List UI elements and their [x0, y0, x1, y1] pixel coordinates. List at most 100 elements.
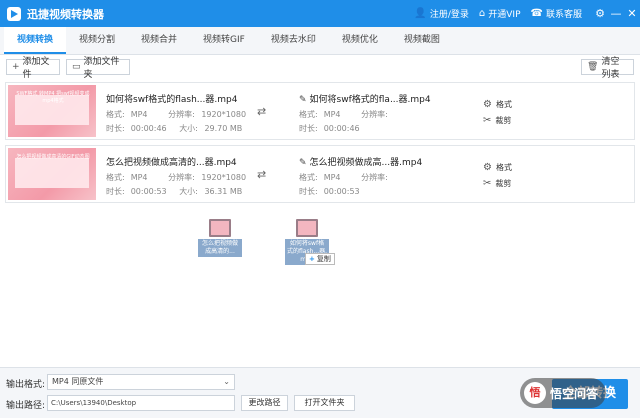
scissors-icon: ✂: [483, 115, 492, 126]
scissors-icon: ✂: [483, 178, 492, 189]
file-row[interactable]: 怎么把视频做成高清的GIF动态图 怎么把视频做成高清的...器.mp4 格式: M…: [5, 145, 635, 203]
close-icon[interactable]: ✕: [624, 7, 640, 20]
output-duration-value: 00:00:46: [323, 124, 360, 133]
duration-label: 时长:: [106, 124, 125, 133]
source-format: MP4: [130, 173, 148, 182]
cut-label: 裁剪: [495, 116, 512, 125]
dragged-file-1-label: 怎么把视频做成高清的...: [198, 239, 242, 257]
tab-video-merge[interactable]: 视频合并: [128, 27, 190, 54]
output-name-text: 如何将swf格式的fla...器.mp4: [309, 95, 431, 105]
output-path-label: 输出路径:: [6, 401, 46, 411]
source-duration: 00:00:53: [130, 187, 167, 196]
service-button[interactable]: ☎ 联系客服: [531, 7, 582, 20]
toolbar: + 添加文件 ▭ 添加文件夹 🗑 清空列表: [0, 56, 640, 80]
title-bar-actions: 👤 注册/登录 ⌂ 开通VIP ☎ 联系客服 ⚙ — ✕: [414, 0, 640, 27]
output-duration: 时长: 00:00:53: [299, 186, 360, 197]
resolution-label: 分辨率:: [168, 110, 195, 119]
duration-label: 时长:: [106, 187, 125, 196]
video-thumbnail: 怎么把视频做成高清的GIF动态图: [8, 148, 96, 200]
file-row[interactable]: SWF格式 转MP4 把swf视频变成mp4格式 如何将swf格式的flash.…: [5, 82, 635, 140]
resolution-label: 分辨率:: [168, 173, 195, 182]
output-file-name[interactable]: ✎ 如何将swf格式的fla...器.mp4: [299, 92, 431, 105]
trash-icon: 🗑: [587, 62, 599, 72]
output-duration-label: 时长:: [299, 187, 318, 196]
title-bar: 迅捷视频转换器 👤 注册/登录 ⌂ 开通VIP ☎ 联系客服 ⚙ — ✕: [0, 0, 640, 27]
add-file-button[interactable]: + 添加文件: [6, 57, 60, 80]
open-folder-button[interactable]: 打开文件夹: [294, 395, 355, 411]
copy-plus-icon: +: [309, 255, 315, 263]
cut-label: 裁剪: [495, 179, 512, 188]
source-resolution: 1920*1080: [201, 110, 247, 119]
output-format-value: MP4 同原文件: [52, 377, 104, 386]
source-size: 36.31 MB: [204, 187, 243, 196]
watermark-text: 悟空问答: [550, 386, 599, 401]
source-file-name: 怎么把视频做成高清的...器.mp4: [106, 158, 237, 168]
copy-tooltip: + 复制: [305, 253, 335, 265]
app-logo-icon: [7, 6, 21, 21]
cut-button[interactable]: ✂ 裁剪: [483, 115, 511, 126]
folder-icon: ▭: [72, 62, 81, 72]
tab-video-optimize[interactable]: 视频优化: [329, 27, 391, 54]
watermark-logo-icon: 悟: [524, 382, 546, 404]
copy-tooltip-text: 复制: [316, 255, 331, 263]
login-label: 注册/登录: [429, 10, 469, 20]
change-path-button[interactable]: 更改路径: [241, 395, 288, 411]
output-resolution-label: 分辨率:: [361, 173, 388, 182]
vip-icon: ⌂: [478, 8, 486, 19]
plus-icon: +: [12, 62, 20, 72]
function-tabs: 视频转换 视频分割 视频合并 视频转GIF 视频去水印 视频优化 视频截图: [0, 27, 640, 55]
headset-icon: ☎: [530, 8, 543, 19]
source-duration: 00:00:46: [130, 124, 167, 133]
size-label: 大小:: [179, 124, 198, 133]
format-settings-button[interactable]: ⚙ 格式: [483, 99, 512, 110]
tab-video-split[interactable]: 视频分割: [66, 27, 128, 54]
source-duration-size: 时长: 00:00:53 大小: 36.31 MB: [106, 186, 242, 197]
add-folder-label: 添加文件夹: [83, 57, 120, 80]
format-settings-label: 格式: [495, 100, 512, 109]
settings-icon[interactable]: ⚙: [592, 7, 608, 20]
tab-video-to-gif[interactable]: 视频转GIF: [190, 27, 258, 54]
source-format-resolution: 格式: MP4 分辨率: 1920*1080: [106, 109, 246, 120]
add-folder-button[interactable]: ▭ 添加文件夹: [66, 57, 130, 80]
chevron-down-icon: ⌄: [223, 377, 230, 386]
vip-button[interactable]: ⌂ 开通VIP: [479, 7, 521, 20]
thumbnail-text: SWF格式 转MP4 把swf视频变成mp4格式: [16, 91, 90, 104]
dragged-file-1[interactable]: 怎么把视频做成高清的...: [198, 219, 242, 257]
edit-icon[interactable]: ✎: [299, 95, 307, 105]
output-name-text: 怎么把视频做成高...器.mp4: [309, 158, 423, 168]
output-format-resolution: 格式: MP4 分辨率:: [299, 172, 388, 183]
clear-list-button[interactable]: 🗑 清空列表: [581, 57, 634, 80]
clear-list-label: 清空列表: [601, 57, 620, 80]
source-file-name: 如何将swf格式的flash...器.mp4: [106, 95, 238, 105]
watermark: 悟 悟空问答: [520, 378, 607, 408]
tab-remove-watermark[interactable]: 视频去水印: [258, 27, 329, 54]
add-file-label: 添加文件: [22, 57, 50, 80]
video-file-icon: [296, 219, 318, 237]
cut-button[interactable]: ✂ 裁剪: [483, 178, 511, 189]
vip-label: 开通VIP: [488, 10, 521, 20]
format-settings-button[interactable]: ⚙ 格式: [483, 162, 512, 173]
size-label: 大小:: [179, 187, 198, 196]
edit-icon[interactable]: ✎: [299, 158, 307, 168]
output-format-resolution: 格式: MP4 分辨率:: [299, 109, 388, 120]
source-duration-size: 时长: 00:00:46 大小: 29.70 MB: [106, 123, 242, 134]
minimize-icon[interactable]: —: [608, 7, 624, 20]
convert-arrow-icon: ⇄: [257, 168, 267, 181]
output-path-field[interactable]: C:\Users\13940\Desktop: [47, 395, 235, 411]
output-format-select[interactable]: MP4 同原文件 ⌄: [47, 374, 235, 390]
service-label: 联系客服: [545, 10, 582, 20]
tab-video-convert[interactable]: 视频转换: [4, 27, 67, 54]
login-button[interactable]: 👤 注册/登录: [414, 7, 469, 20]
tab-video-screenshot[interactable]: 视频截图: [391, 27, 453, 54]
format-label: 格式:: [106, 173, 125, 182]
output-file-name[interactable]: ✎ 怎么把视频做成高...器.mp4: [299, 155, 422, 168]
video-thumbnail: SWF格式 转MP4 把swf视频变成mp4格式: [8, 85, 96, 137]
output-format: MP4: [323, 110, 341, 119]
video-file-icon: [209, 219, 231, 237]
output-format-label: 格式:: [299, 173, 318, 182]
output-format-label: 格式:: [299, 110, 318, 119]
thumbnail-card: [15, 158, 89, 188]
source-format: MP4: [130, 110, 148, 119]
output-duration-value: 00:00:53: [323, 187, 360, 196]
gear-icon: ⚙: [483, 162, 492, 173]
